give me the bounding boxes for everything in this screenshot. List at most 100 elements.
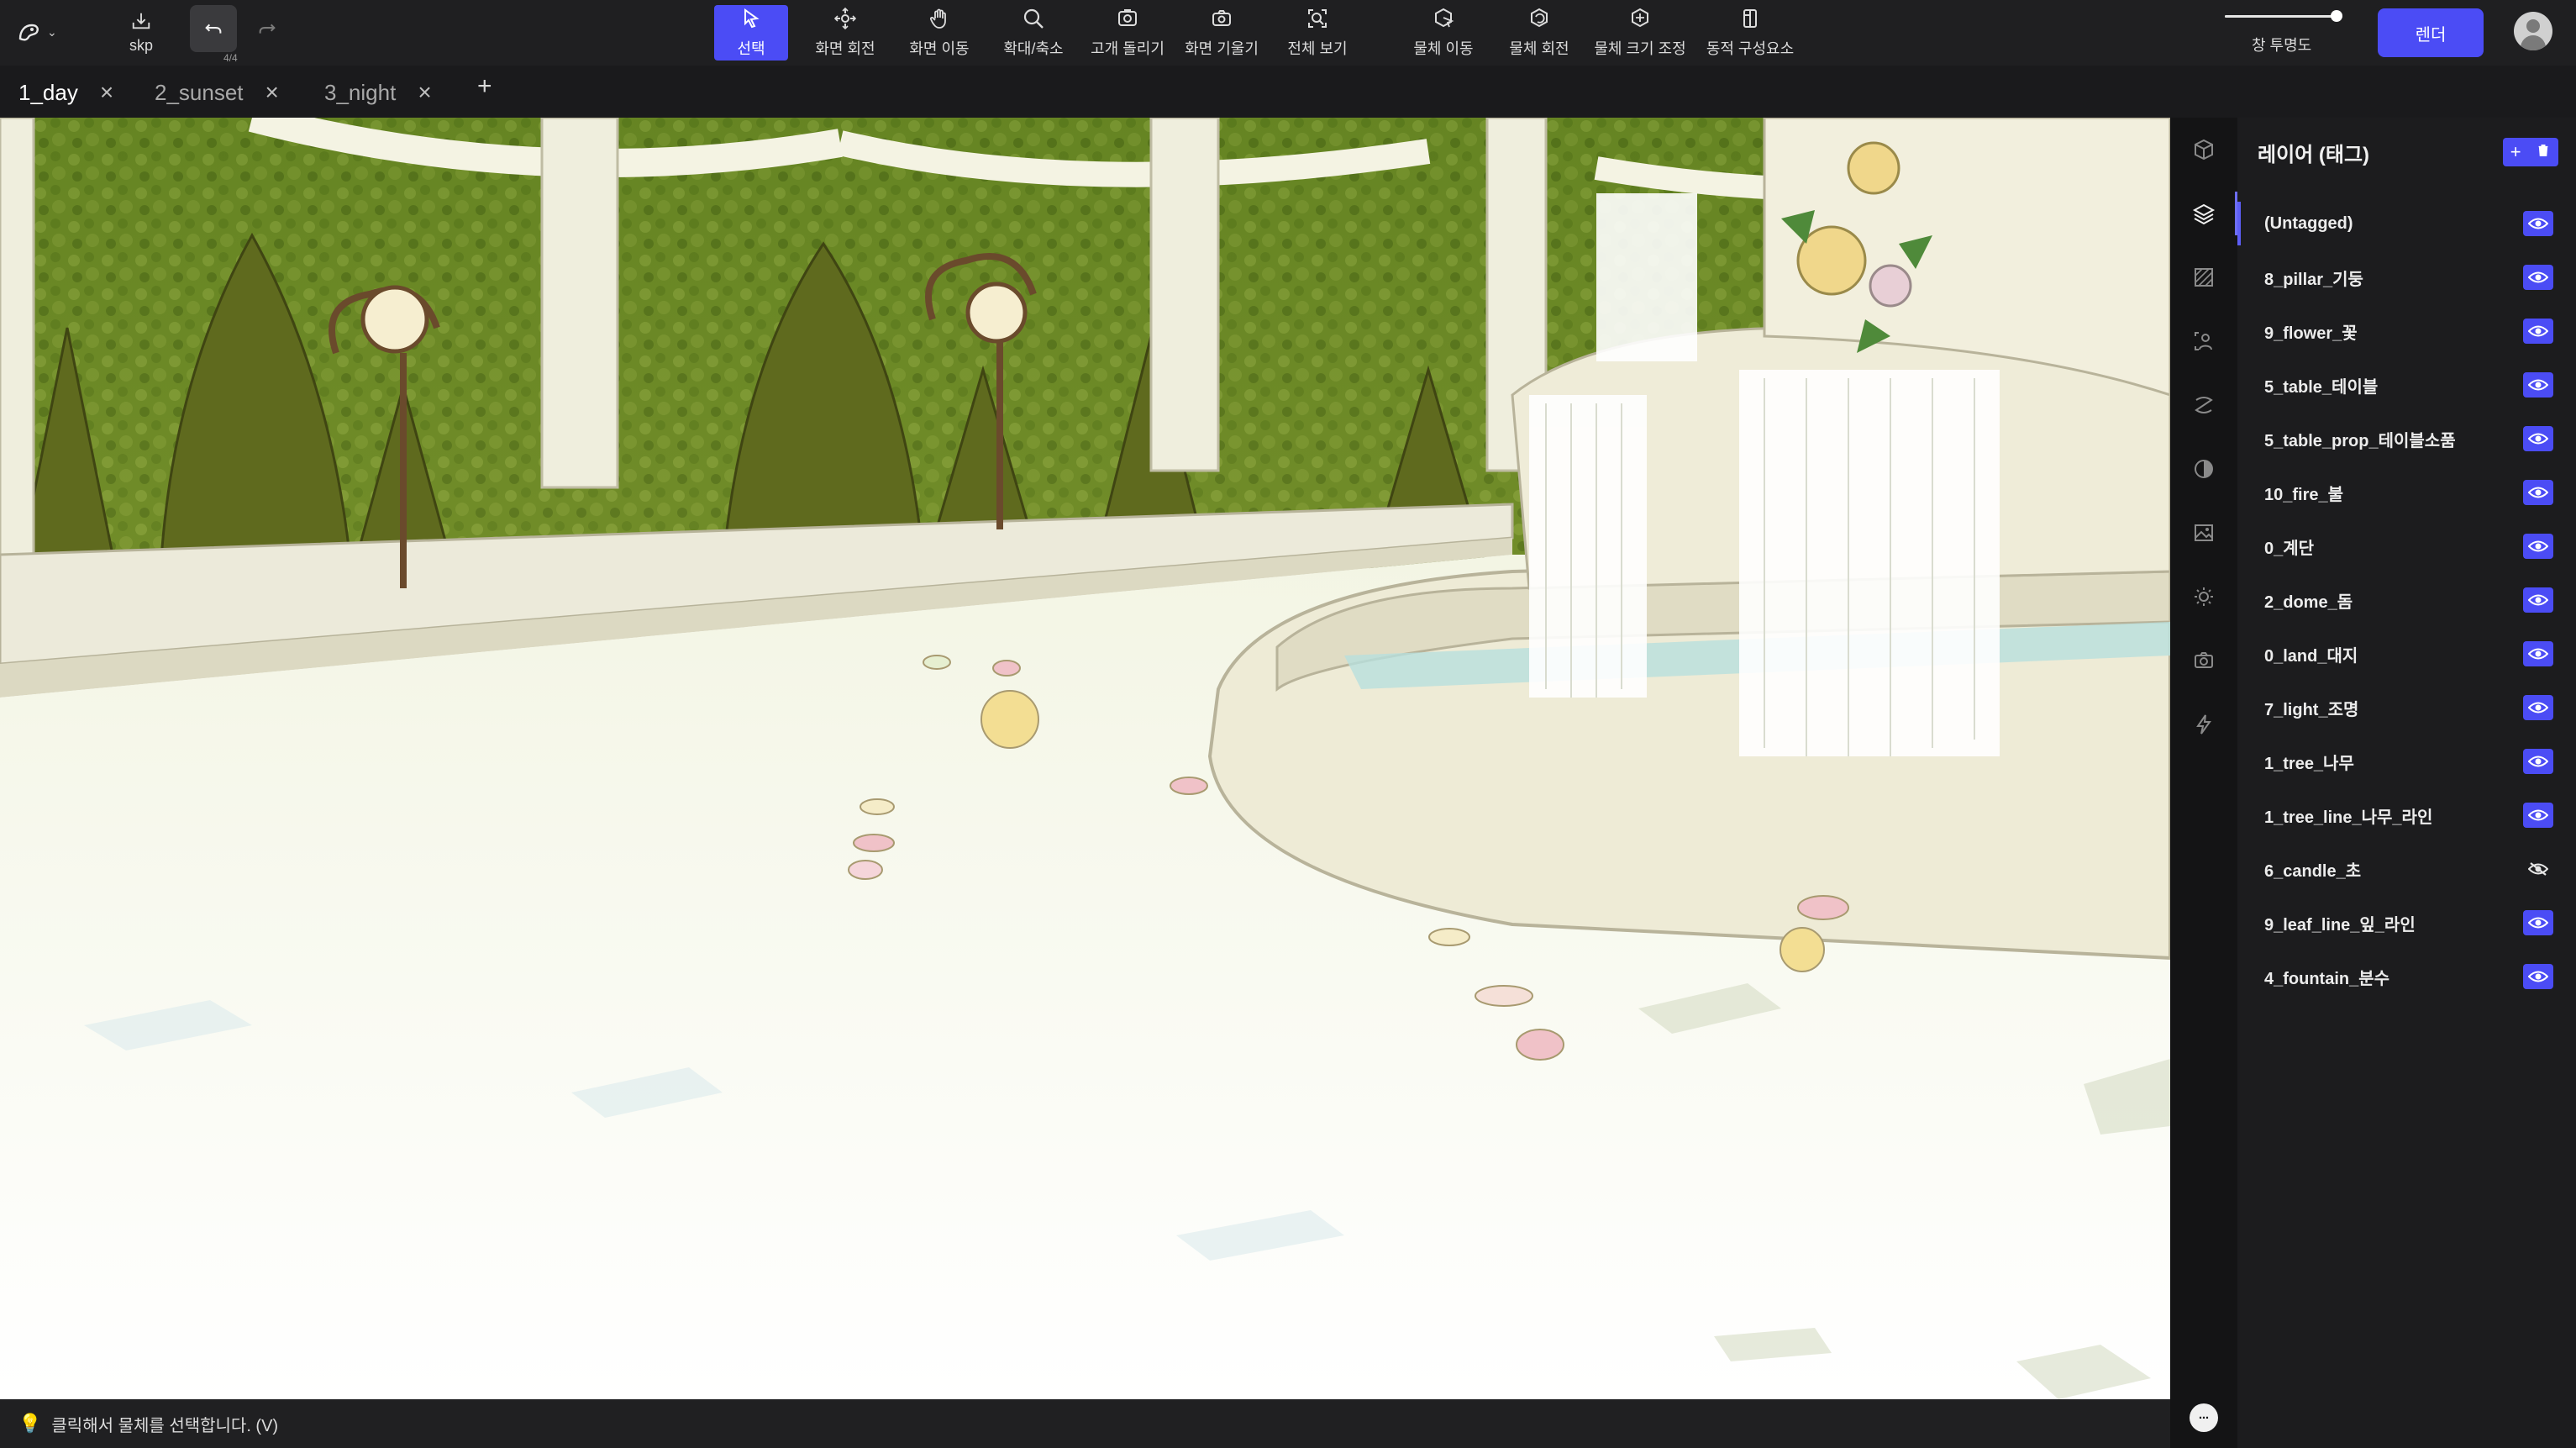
eye-icon[interactable] [2523, 534, 2553, 559]
layer-row[interactable]: (Untagged) [2237, 197, 2576, 250]
tool-object-scale[interactable]: 물체 크기 조정 [1591, 5, 1689, 61]
layer-row[interactable]: 10_fire_불 [2237, 466, 2576, 519]
layer-name: 1_tree_나무 [2264, 754, 2354, 773]
chat-help-icon[interactable]: ⋯ [2190, 1403, 2218, 1432]
tool-orbit[interactable]: 화면 회전 [808, 5, 882, 61]
rail-entourage[interactable] [2170, 309, 2237, 373]
tool-zoom[interactable]: 확대/축소 [996, 5, 1070, 61]
person-frame-icon [2195, 332, 2212, 350]
chevron-down-icon: ⌄ [47, 24, 57, 39]
layer-name: 10_fire_불 [2264, 485, 2344, 504]
user-avatar[interactable] [2514, 12, 2552, 50]
tool-zoom-extents[interactable]: 전체 보기 [1277, 5, 1358, 61]
tool-camera-tilt[interactable]: 화면 기울기 [1181, 5, 1262, 61]
layer-row[interactable]: 6_candle_초 [2237, 842, 2576, 896]
zoom-extents-icon [1308, 9, 1327, 28]
rail-sun-light[interactable] [2170, 565, 2237, 629]
tool-pan[interactable]: 화면 이동 [902, 5, 976, 61]
3d-viewport[interactable] [0, 118, 2170, 1399]
eye-icon[interactable] [2523, 265, 2553, 290]
eye-icon[interactable] [2523, 749, 2553, 774]
close-icon[interactable]: × [265, 81, 279, 104]
layer-name: 0_계단 [2264, 539, 2315, 558]
layer-name: 4_fountain_분수 [2264, 969, 2390, 988]
rail-camera[interactable] [2170, 629, 2237, 692]
eye-icon[interactable] [2523, 426, 2553, 451]
tool-select[interactable]: 선택 [714, 5, 788, 61]
layers-panel: 레이어 (태그) (Untagged) 8_pillar_기둥 9_flower… [2237, 118, 2576, 1448]
eye-icon[interactable] [2523, 480, 2553, 505]
skp-import-button[interactable]: skp [116, 5, 166, 59]
eye-icon[interactable] [2523, 910, 2553, 935]
camera-tilt-icon [1212, 10, 1231, 26]
app-logo-menu[interactable]: ⌄ [15, 17, 62, 47]
top-toolbar: ⌄ skp 4/4 선택 화면 회전 화면 이동 확대/축소 고개 돌리기 화면… [0, 0, 2576, 66]
layer-name: 6_candle_초 [2264, 861, 2362, 881]
undo-icon [205, 24, 222, 34]
layer-name: 9_flower_꽃 [2264, 324, 2358, 343]
add-layer-button[interactable]: + [2510, 141, 2521, 163]
layer-row[interactable]: 0_계단 [2237, 519, 2576, 573]
avatar-body-icon [2521, 35, 2546, 50]
trash-icon[interactable] [2536, 141, 2551, 163]
rail-materials[interactable] [2170, 245, 2237, 309]
add-tab-button[interactable]: + [477, 72, 492, 101]
layer-row[interactable]: 1_tree_나무 [2237, 735, 2576, 788]
rail-components[interactable] [2170, 118, 2237, 182]
redo-button[interactable] [244, 5, 291, 52]
tab-label: 1_day [18, 79, 78, 105]
close-icon[interactable]: × [418, 81, 431, 104]
skp-label: skp [129, 36, 153, 54]
image-icon [2195, 524, 2213, 541]
window-opacity-slider[interactable]: 창 투명도 [2218, 10, 2353, 57]
layer-row[interactable]: 0_land_대지 [2237, 627, 2576, 681]
eye-icon[interactable] [2523, 211, 2553, 236]
tool-dynamic-component[interactable]: 동적 구성요소 [1704, 5, 1796, 61]
rail-shading[interactable] [2170, 437, 2237, 501]
rail-line-style[interactable] [2170, 373, 2237, 437]
shading-icon [2195, 460, 2213, 478]
eye-icon[interactable] [2523, 964, 2553, 989]
opacity-knob[interactable] [2331, 10, 2342, 22]
redo-icon [259, 24, 276, 34]
layer-row[interactable]: 9_leaf_line_잎_라인 [2237, 896, 2576, 950]
rail-background-image[interactable] [2170, 501, 2237, 565]
tab-1-day[interactable]: 1_day × [18, 77, 113, 108]
eye-icon[interactable] [2523, 372, 2553, 398]
layer-row[interactable]: 5_table_prop_테이블소품 [2237, 412, 2576, 466]
rail-effects[interactable] [2170, 692, 2237, 756]
layer-row[interactable]: 4_fountain_분수 [2237, 950, 2576, 1003]
close-icon[interactable]: × [100, 81, 113, 104]
layer-name: 9_leaf_line_잎_라인 [2264, 915, 2416, 935]
opacity-fill [2225, 15, 2337, 18]
tool-object-move[interactable]: 물체 이동 [1403, 5, 1484, 61]
undo-button[interactable] [190, 5, 237, 52]
layer-name: 7_light_조명 [2264, 700, 2359, 719]
tool-object-rotate[interactable]: 물체 회전 [1499, 5, 1580, 61]
sun-icon [2195, 587, 2213, 606]
eye-icon[interactable] [2523, 803, 2553, 828]
render-button[interactable]: 렌더 [2378, 8, 2484, 57]
eye-icon[interactable] [2523, 587, 2553, 613]
panel-title: 레이어 (태그) [2258, 144, 2370, 166]
layer-row[interactable]: 1_tree_line_나무_라인 [2237, 788, 2576, 842]
tool-look-around[interactable]: 고개 돌리기 [1087, 5, 1168, 61]
layer-row[interactable]: 9_flower_꽃 [2237, 304, 2576, 358]
layer-row[interactable]: 2_dome_돔 [2237, 573, 2576, 627]
eye-icon[interactable] [2523, 695, 2553, 720]
layer-row[interactable]: 5_table_테이블 [2237, 358, 2576, 412]
status-hint: 클릭해서 물체를 선택합니다. (V) [51, 1416, 279, 1435]
layers-icon [2192, 203, 2216, 225]
tab-3-night[interactable]: 3_night × [324, 77, 432, 108]
lightbulb-icon: 💡 [18, 1413, 42, 1434]
layer-name: 0_land_대지 [2264, 646, 2358, 666]
line-style-icon [2195, 397, 2213, 413]
lightning-icon [2196, 714, 2211, 735]
tab-2-sunset[interactable]: 2_sunset × [155, 77, 279, 108]
eye-hidden-icon[interactable] [2523, 856, 2553, 882]
eye-icon[interactable] [2523, 641, 2553, 666]
layer-row[interactable]: 7_light_조명 [2237, 681, 2576, 735]
eye-icon[interactable] [2523, 319, 2553, 344]
layer-row[interactable]: 8_pillar_기둥 [2237, 250, 2576, 304]
rail-layers[interactable] [2170, 182, 2237, 245]
